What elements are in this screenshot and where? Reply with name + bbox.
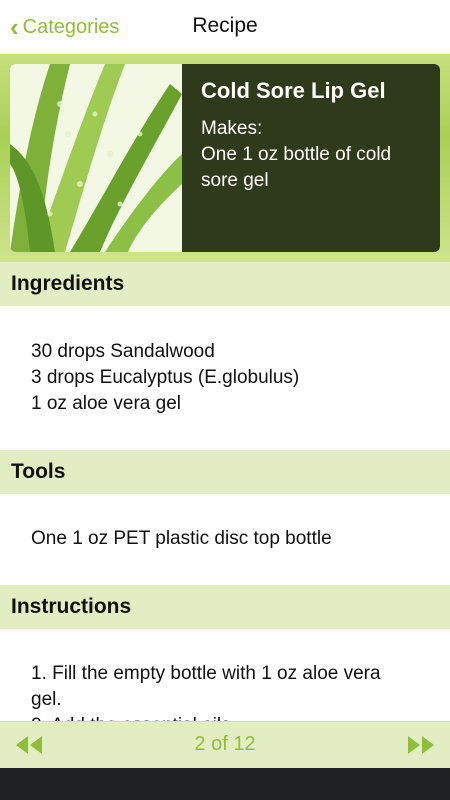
list-item: 1. Fill the empty bottle with 1 oz aloe … bbox=[31, 663, 381, 710]
list-item: One 1 oz PET plastic disc top bottle bbox=[31, 528, 332, 549]
recipe-hero: Cold Sore Lip Gel Makes: One 1 oz bottle… bbox=[0, 54, 450, 262]
tools-header: Tools bbox=[0, 450, 450, 494]
list-item: 2. Add the essential oils. bbox=[31, 713, 410, 721]
instructions-header: Instructions bbox=[0, 585, 450, 629]
list-item: 30 drops Sandalwood bbox=[31, 341, 215, 362]
makes-label: Makes: bbox=[201, 118, 263, 139]
page-indicator: 2 of 12 bbox=[194, 733, 256, 755]
system-nav-bar bbox=[0, 768, 450, 800]
fast-forward-icon[interactable] bbox=[406, 734, 436, 756]
makes-value: One 1 oz bottle of cold sore gel bbox=[201, 144, 392, 191]
aloe-vera-image bbox=[10, 64, 182, 252]
top-bar: ‹ Categories Recipe bbox=[0, 0, 450, 55]
recipe-yield: Makes: One 1 oz bottle of cold sore gel bbox=[201, 116, 426, 194]
list-item: 3 drops Eucalyptus (E.globulus) bbox=[31, 367, 300, 388]
ingredients-list: 30 drops Sandalwood 3 drops Eucalyptus (… bbox=[0, 306, 450, 450]
ingredients-header: Ingredients bbox=[0, 262, 450, 306]
tools-list: One 1 oz PET plastic disc top bottle bbox=[0, 494, 450, 585]
pager-bar: 2 of 12 bbox=[0, 721, 450, 769]
list-item: 1 oz aloe vera gel bbox=[31, 393, 181, 414]
instructions-list: 1. Fill the empty bottle with 1 oz aloe … bbox=[0, 629, 450, 721]
recipe-name: Cold Sore Lip Gel bbox=[201, 78, 386, 103]
page-title: Recipe bbox=[192, 14, 258, 37]
recipe-info-panel: Cold Sore Lip Gel Makes: One 1 oz bottle… bbox=[182, 64, 440, 252]
